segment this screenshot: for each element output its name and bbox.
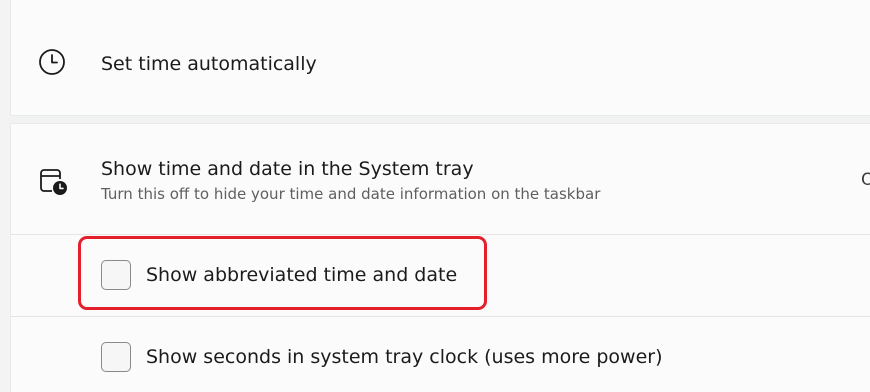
divider <box>10 234 870 235</box>
abbreviated-time-date-checkbox[interactable] <box>101 260 131 290</box>
calendar-clock-icon <box>40 169 67 195</box>
divider <box>10 316 870 317</box>
clock-icon <box>39 49 65 75</box>
show-seconds-label[interactable]: Show seconds in system tray clock (uses … <box>146 345 663 369</box>
system-tray-label: Show time and date in the System tray <box>101 158 474 180</box>
set-time-automatically-label: Set time automatically <box>101 53 317 75</box>
system-tray-toggle-label-cutoff[interactable]: O <box>861 170 870 190</box>
card-separator <box>10 116 870 123</box>
system-tray-description: Turn this off to hide your time and date… <box>101 185 601 203</box>
show-seconds-checkbox[interactable] <box>101 342 131 372</box>
settings-page: Set time automatically Show time and dat… <box>0 0 870 392</box>
abbreviated-time-date-label[interactable]: Show abbreviated time and date <box>146 263 457 287</box>
